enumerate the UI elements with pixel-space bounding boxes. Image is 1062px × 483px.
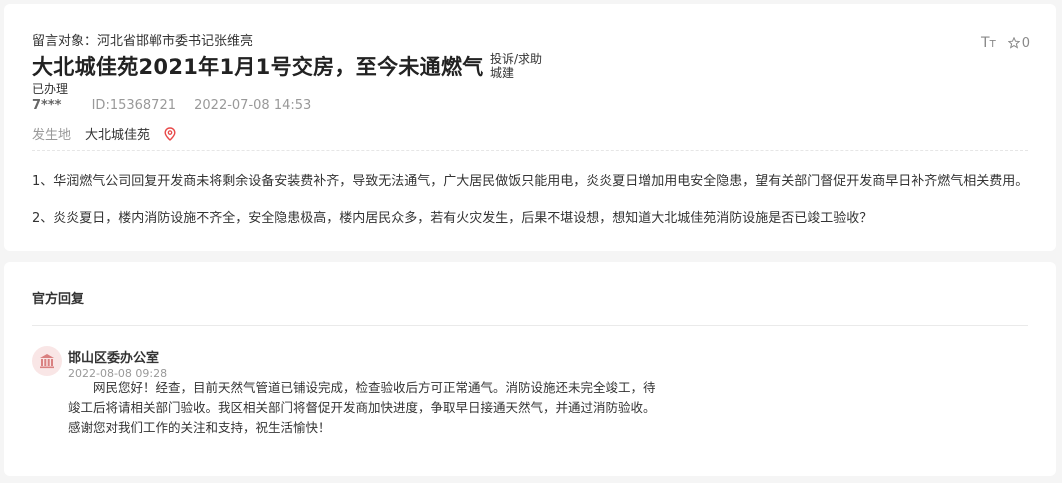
message-card: 留言对象：河北省邯郸市委书记张维亮 大北城佳苑2021年1月1号交房，至今未通燃… (4, 4, 1056, 251)
divider (32, 325, 1028, 326)
reply-org-name: 邯山区委办公室 (68, 351, 160, 366)
message-paragraph-1: 1、华润燃气公司回复开发商未将剩余设备安装费补齐，导致无法通气，广大居民做饭只能… (32, 174, 1029, 189)
message-paragraph-2: 2、炎炎夏日，楼内消防设施不齐全，安全隐患极高，楼内居民众多，若有火灾发生，后果… (32, 211, 873, 226)
location-value: 大北城佳苑 (85, 128, 151, 143)
favorite-button[interactable]: 0 (1007, 35, 1030, 51)
divider (32, 150, 1028, 151)
message-id: ID:15368721 (91, 98, 176, 113)
reply-card: 官方回复 邯山区委办公室 2022-08-08 09:28 网民您好！经查，目前… (4, 262, 1056, 476)
location-pin-icon[interactable] (164, 126, 176, 141)
message-meta: 7*** ID:15368721 2022-07-08 14:53 (32, 98, 311, 113)
government-building-icon (32, 346, 62, 376)
message-recipient: 留言对象：河北省邯郸市委书记张维亮 (32, 34, 254, 49)
message-datetime: 2022-07-08 14:53 (194, 98, 312, 113)
status-badge: 已办理 (32, 82, 69, 96)
reply-content: 网民您好！经查，目前天然气管道已铺设完成，检查验收后方可正常通气。消防设施还未完… (68, 380, 656, 435)
tag-category[interactable]: 城建 (490, 66, 542, 80)
location-row: 发生地 大北城佳苑 (32, 124, 176, 143)
star-icon (1007, 37, 1020, 49)
tag-type[interactable]: 投诉/求助 (490, 52, 542, 66)
favorite-count: 0 (1021, 35, 1030, 51)
message-title: 大北城佳苑2021年1月1号交房，至今未通燃气 (32, 55, 484, 79)
message-tags: 投诉/求助 城建 (490, 52, 542, 80)
message-tools: TT 0 (981, 35, 1030, 51)
font-size-icon[interactable]: TT (981, 35, 996, 51)
reply-heading: 官方回复 (32, 292, 85, 307)
author-name: 7*** (32, 98, 62, 113)
location-label: 发生地 (32, 128, 72, 143)
